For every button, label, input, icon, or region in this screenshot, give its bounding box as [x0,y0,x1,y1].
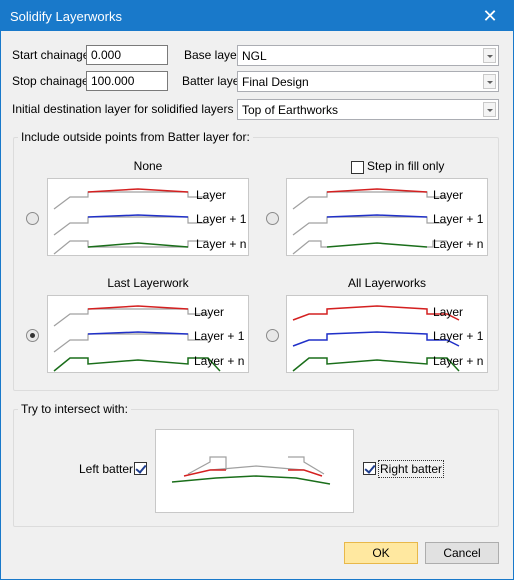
diagram-none: Layer Layer + 1 Layer + n [47,178,249,256]
diagram-step-in-fill: Layer Layer + 1 Layer + n [286,178,488,256]
option-all-layerworks-caption: All Layerworks [347,276,427,290]
stop-chainage-input[interactable]: 100.000 [86,71,168,91]
option-last-layerwork-caption: Last Layerwork [107,276,189,290]
layer-plus-n-label: Layer + n [433,237,484,251]
layer-plus-1-label: Layer + 1 [196,212,247,226]
layer-plus-1-label: Layer + 1 [194,329,245,343]
base-layer-value: NGL [242,49,267,63]
initial-destination-label: Initial destination layer for solidified… [12,102,252,116]
left-batter-label: Left batter [79,462,134,476]
layer-plus-n-label: Layer + n [194,354,245,368]
layer-label: Layer [194,305,225,319]
option-all-layerworks-radio[interactable] [266,329,279,342]
step-in-fill-only-label: Step in fill only [367,159,445,173]
option-last-layerwork-radio[interactable] [26,329,39,342]
chevron-down-icon[interactable] [483,102,496,117]
left-batter-checkbox[interactable] [134,462,147,475]
layer-label: Layer [433,305,464,319]
diagram-last-layerwork: Layer Layer + 1 Layer + n [47,295,249,373]
layer-plus-1-label: Layer + 1 [433,212,484,226]
layer-plus-1-label: Layer + 1 [433,329,484,343]
layer-plus-n-label: Layer + n [196,237,247,251]
option-step-in-fill-radio[interactable] [266,212,279,225]
batter-layer-value: Final Design [242,75,309,89]
stop-chainage-label: Stop chainage [12,74,89,88]
intersect-group-legend: Try to intersect with: [18,402,131,416]
base-layer-select[interactable]: NGL [237,45,499,66]
start-chainage-input[interactable]: 0.000 [86,45,168,65]
batter-layer-label: Batter layer [182,74,244,88]
initial-destination-select[interactable]: Top of Earthworks [237,99,499,120]
start-chainage-label: Start chainage [12,48,90,62]
title-bar: Solidify Layerworks ✕ [1,1,513,31]
layer-plus-n-label: Layer + n [433,354,484,368]
cancel-button[interactable]: Cancel [425,542,499,564]
include-group-legend: Include outside points from Batter layer… [18,130,253,144]
option-none-radio[interactable] [26,212,39,225]
close-icon[interactable]: ✕ [467,1,513,31]
layer-label: Layer [196,188,227,202]
initial-destination-value: Top of Earthworks [242,103,339,117]
chevron-down-icon[interactable] [483,74,496,89]
layer-label: Layer [433,188,464,202]
right-batter-label: Right batter [378,460,445,478]
ok-button[interactable]: OK [344,542,418,564]
chevron-down-icon[interactable] [483,48,496,63]
batter-layer-select[interactable]: Final Design [237,71,499,92]
intersect-diagram [155,429,354,513]
option-none-caption: None [133,159,163,173]
base-layer-label: Base layer [184,48,241,62]
diagram-all-layerworks: Layer Layer + 1 Layer + n [286,295,488,373]
step-in-fill-only-checkbox[interactable] [351,161,364,174]
right-batter-checkbox[interactable] [363,462,376,475]
intersect-diagram-svg [171,456,331,485]
dialog-window: Solidify Layerworks ✕ Start chainage 0.0… [0,0,514,580]
window-title: Solidify Layerworks [10,9,122,24]
